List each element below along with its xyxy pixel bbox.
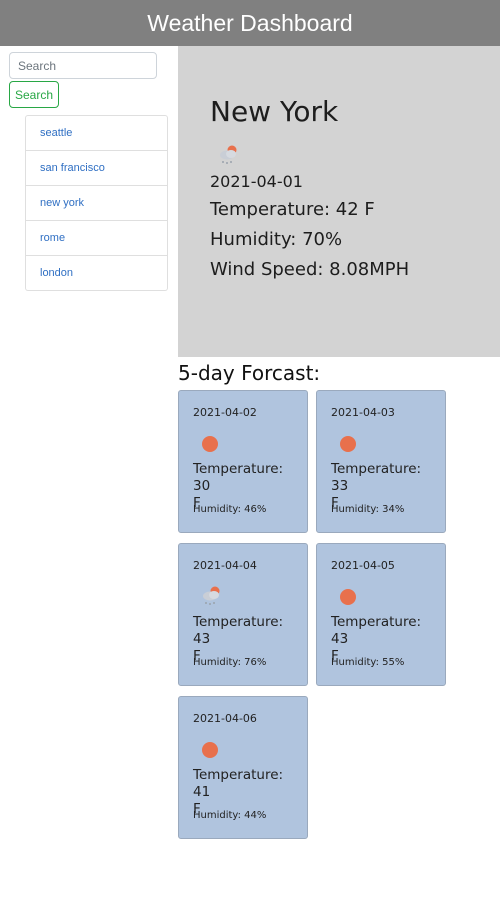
forecast-date: 2021-04-05 [331, 559, 395, 572]
forecast-card: 2021-04-06 Temperature: 41 F Humidity: 4… [178, 696, 308, 839]
forecast-temperature-value: Temperature: 43 [193, 614, 284, 647]
sun-icon [340, 589, 356, 605]
forecast-date: 2021-04-03 [331, 406, 395, 419]
city-item-new-york[interactable]: new york [25, 186, 168, 221]
current-weather-panel: New York 2021-04-01 Temperature: 42 F Hu… [178, 46, 500, 357]
city-item-seattle[interactable]: seattle [25, 115, 168, 151]
app-header: Weather Dashboard [0, 0, 500, 46]
page-title: Weather Dashboard [147, 9, 353, 36]
current-temperature: Temperature: 42 F [210, 199, 375, 220]
city-item-rome[interactable]: rome [25, 221, 168, 256]
sun-icon [340, 436, 356, 452]
forecast-temperature-value: Temperature: 41 [193, 767, 284, 800]
search-history-list: seattle san francisco new york rome lond… [25, 115, 168, 291]
forecast-date: 2021-04-04 [193, 559, 257, 572]
forecast-title: 5-day Forcast: [178, 361, 321, 385]
forecast-card: 2021-04-04 Temperature: 43 F Humidity: 7… [178, 543, 308, 686]
current-humidity: Humidity: 70% [210, 229, 343, 250]
forecast-date: 2021-04-06 [193, 712, 257, 725]
forecast-card: 2021-04-05 Temperature: 43 F Humidity: 5… [316, 543, 446, 686]
current-wind-speed: Wind Speed: 8.08MPH [210, 259, 410, 280]
cloud-snow-icon [220, 145, 237, 164]
forecast-temperature-value: Temperature: 43 [331, 614, 422, 647]
forecast-humidity: Humidity: 44% [193, 810, 267, 821]
city-item-san-francisco[interactable]: san francisco [25, 151, 168, 186]
forecast-card: 2021-04-03 Temperature: 33 F Humidity: 3… [316, 390, 446, 533]
current-date: 2021-04-01 [210, 172, 303, 191]
forecast-humidity: Humidity: 34% [331, 504, 405, 515]
search-button[interactable]: Search [9, 81, 59, 108]
forecast-humidity: Humidity: 55% [331, 657, 405, 668]
forecast-temperature-value: Temperature: 30 [193, 461, 284, 494]
forecast-temperature-value: Temperature: 33 [331, 461, 422, 494]
current-city-name: New York [210, 95, 339, 128]
sun-icon [202, 436, 218, 452]
cloud-snow-icon [203, 586, 220, 605]
search-input[interactable] [9, 52, 157, 79]
sun-icon [202, 742, 218, 758]
forecast-humidity: Humidity: 46% [193, 504, 267, 515]
forecast-humidity: Humidity: 76% [193, 657, 267, 668]
forecast-card: 2021-04-02 Temperature: 30 F Humidity: 4… [178, 390, 308, 533]
forecast-date: 2021-04-02 [193, 406, 257, 419]
city-item-london[interactable]: london [25, 256, 168, 291]
